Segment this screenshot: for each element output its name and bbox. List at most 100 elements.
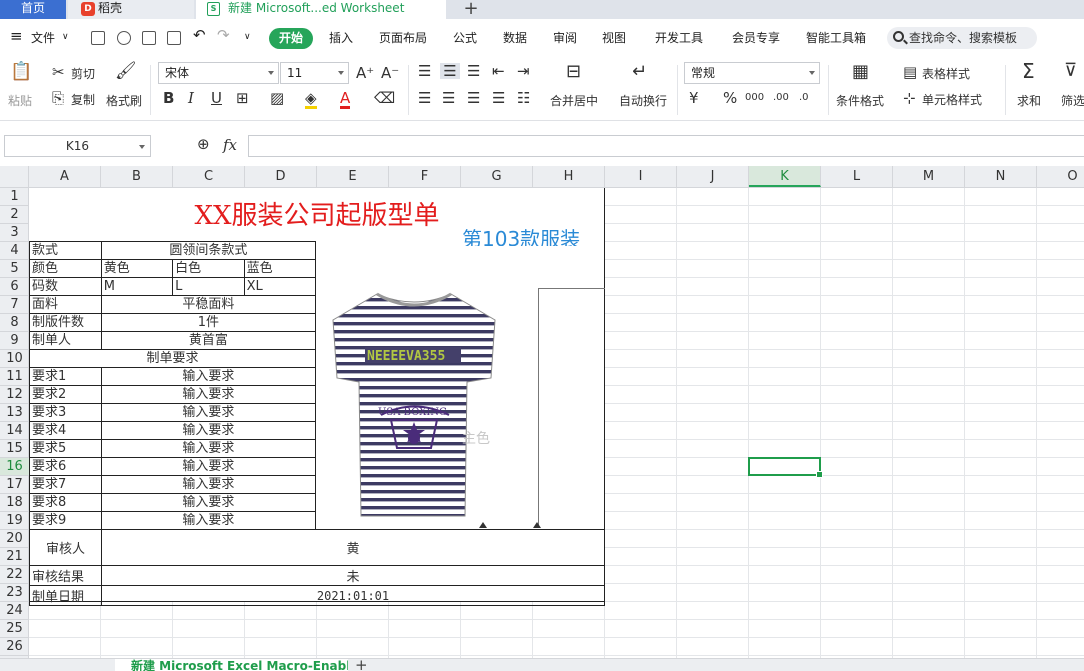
wrap-text-icon[interactable]: ↵ <box>632 63 647 81</box>
field-value[interactable]: 输入要求 <box>100 457 317 476</box>
file-menu[interactable]: 文件 <box>31 29 55 46</box>
hamburger-icon[interactable]: ≡ <box>10 27 23 45</box>
underline-button[interactable]: U <box>211 90 222 106</box>
cell-style-button[interactable]: 单元格样式 <box>922 91 982 108</box>
row-header[interactable]: 23 <box>0 584 29 602</box>
field-value[interactable]: 白色 <box>172 259 245 278</box>
row-header[interactable]: 15 <box>0 440 29 458</box>
row-header[interactable]: 12 <box>0 386 29 404</box>
result-value[interactable]: 未 <box>101 565 605 586</box>
increase-font-icon[interactable]: A⁺ <box>356 65 374 81</box>
column-header[interactable]: D <box>245 166 317 187</box>
tab-home[interactable]: 首页 <box>0 0 66 19</box>
decrease-decimal-icon[interactable]: .0 <box>799 90 809 106</box>
conditional-format-button[interactable]: 条件格式 <box>836 92 884 109</box>
field-value[interactable]: 1件 <box>100 313 317 332</box>
field-label[interactable]: 要求3 <box>29 403 102 422</box>
result-label[interactable]: 审核结果 <box>29 565 102 586</box>
column-header[interactable]: B <box>101 166 173 187</box>
menu-start[interactable]: 开始 <box>269 28 313 49</box>
tab-document[interactable]: S 新建 Microsoft...ed Worksheet <box>196 0 446 19</box>
undo-icon[interactable]: ↶ <box>193 26 206 44</box>
font-color-icon[interactable]: A <box>340 90 351 109</box>
column-header[interactable]: M <box>893 166 965 187</box>
row-header[interactable]: 7 <box>0 296 29 314</box>
row-header[interactable]: 18 <box>0 494 29 512</box>
field-label[interactable]: 要求6 <box>29 457 102 476</box>
name-box[interactable]: K16 <box>4 135 151 157</box>
reviewer-value[interactable]: 黄 <box>101 529 605 566</box>
wrap-text-button[interactable]: 自动换行 <box>619 92 667 109</box>
row-header[interactable]: 9 <box>0 332 29 350</box>
print-icon[interactable] <box>142 31 156 45</box>
fill-pattern-icon[interactable]: ▨ <box>270 90 284 106</box>
cell-style-icon[interactable]: ⊹ <box>903 90 916 106</box>
selected-cell-k16[interactable] <box>748 457 823 478</box>
merge-center-icon[interactable]: ⊟ <box>566 63 581 81</box>
date-label[interactable]: 制单日期 <box>29 585 102 606</box>
fill-color-icon[interactable]: ◈ <box>305 90 317 109</box>
column-header[interactable]: K <box>749 166 821 187</box>
chevron-down-icon[interactable]: ∨ <box>62 32 69 42</box>
field-label[interactable]: 颜色 <box>29 259 102 278</box>
bold-button[interactable]: B <box>163 90 174 106</box>
font-family-select[interactable]: 宋体 <box>158 62 279 84</box>
field-label[interactable]: 要求2 <box>29 385 102 404</box>
reviewer-label[interactable]: 审核人 <box>29 529 102 566</box>
column-header[interactable]: O <box>1037 166 1084 187</box>
new-tab-button[interactable]: + <box>458 0 484 19</box>
copy-icon[interactable]: ⎘ <box>52 90 64 106</box>
print-preview-icon[interactable] <box>167 31 181 45</box>
field-label[interactable]: 要求7 <box>29 475 102 494</box>
menu-developer[interactable]: 开发工具 <box>655 29 703 46</box>
align-top-icon[interactable]: ☰ <box>418 63 431 79</box>
formula-input[interactable] <box>248 135 1084 157</box>
row-header[interactable]: 20 <box>0 530 29 548</box>
function-icon[interactable]: fx <box>223 136 237 154</box>
column-header[interactable]: I <box>605 166 677 187</box>
table-style-icon[interactable]: ▤ <box>903 64 917 80</box>
field-label[interactable]: 面料 <box>29 295 102 314</box>
sum-button[interactable]: 求和 <box>1017 92 1041 109</box>
thousands-format-button[interactable]: 000 <box>745 90 764 106</box>
sum-icon[interactable]: Σ <box>1022 61 1035 81</box>
format-painter-button[interactable]: 格式刷 <box>106 92 142 109</box>
increase-decimal-icon[interactable]: .00 <box>773 90 789 106</box>
field-value[interactable]: L <box>172 277 245 296</box>
field-value[interactable]: 输入要求 <box>100 403 317 422</box>
justify-icon[interactable]: ☰ <box>492 90 505 106</box>
font-size-select[interactable]: 11 <box>280 62 349 84</box>
field-label[interactable]: 制版件数 <box>29 313 102 332</box>
indent-increase-icon[interactable]: ⇥ <box>517 63 530 79</box>
row-header[interactable]: 4 <box>0 242 29 260</box>
field-value[interactable]: 输入要求 <box>100 511 317 530</box>
row-header[interactable]: 16 <box>0 458 29 476</box>
italic-button[interactable]: I <box>188 90 194 106</box>
row-header[interactable]: 1 <box>0 188 29 206</box>
row-header[interactable]: 5 <box>0 260 29 278</box>
copy-button[interactable]: 复制 <box>71 91 95 108</box>
clipboard-icon[interactable]: 📋 <box>10 63 32 86</box>
align-left-icon[interactable]: ☰ <box>418 90 431 106</box>
field-value[interactable]: M <box>100 277 174 296</box>
menu-member[interactable]: 会员专享 <box>732 29 780 46</box>
add-sheet-button[interactable]: + <box>355 656 368 671</box>
borders-icon[interactable]: ⊞ <box>236 90 249 106</box>
field-value[interactable]: 黄首富 <box>100 331 317 350</box>
menu-review[interactable]: 审阅 <box>553 29 577 46</box>
row-header[interactable]: 6 <box>0 278 29 296</box>
command-search[interactable]: 查找命令、搜索模板 <box>887 27 1037 49</box>
filter-icon[interactable]: ⊽ <box>1064 62 1077 80</box>
column-header[interactable]: L <box>821 166 893 187</box>
paste-button[interactable]: 粘贴 <box>8 92 32 109</box>
field-value[interactable]: 输入要求 <box>100 439 317 458</box>
menu-view[interactable]: 视图 <box>602 29 626 46</box>
tab-docer[interactable]: D 稻壳 <box>68 0 194 19</box>
merge-center-button[interactable]: 合并居中 <box>550 92 598 109</box>
indent-decrease-icon[interactable]: ⇤ <box>492 63 505 79</box>
field-value[interactable]: 黄色 <box>100 259 174 278</box>
row-header[interactable]: 22 <box>0 566 29 584</box>
row-header[interactable]: 8 <box>0 314 29 332</box>
filter-button[interactable]: 筛选 <box>1061 92 1084 109</box>
row-header[interactable]: 10 <box>0 350 29 368</box>
